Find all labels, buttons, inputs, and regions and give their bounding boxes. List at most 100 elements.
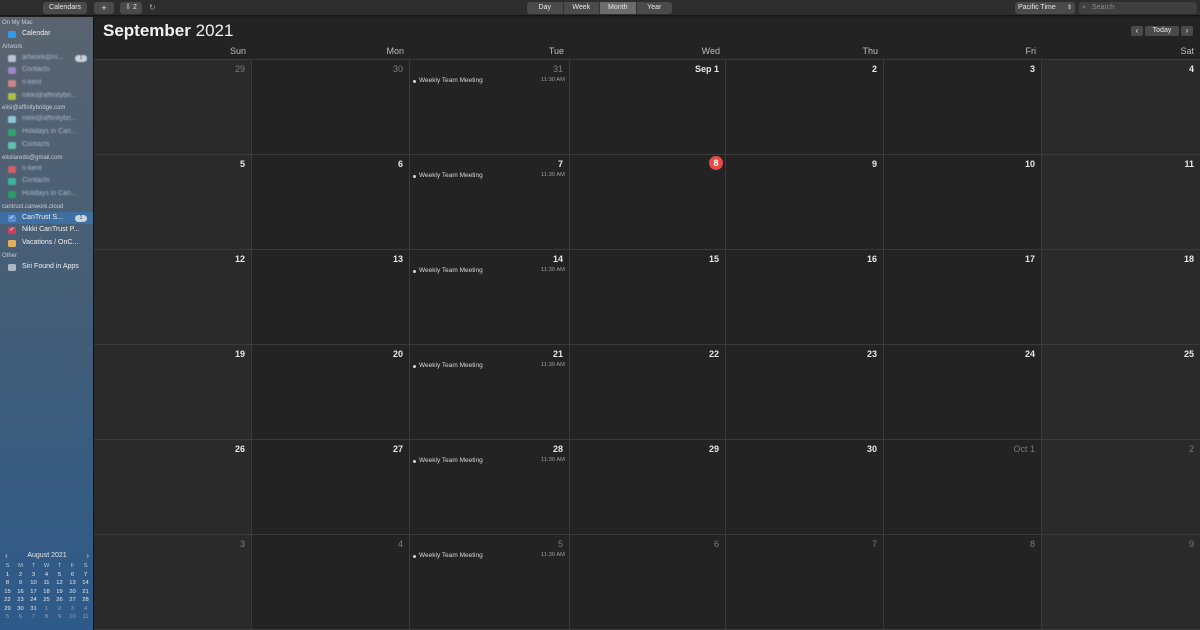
day-cell[interactable]: Oct 1 <box>884 440 1042 535</box>
add-event-button[interactable]: + <box>94 2 114 14</box>
mini-day[interactable]: 22 <box>1 596 14 605</box>
day-cell[interactable]: 18 <box>1042 250 1200 345</box>
day-cell[interactable]: 3 <box>884 60 1042 155</box>
calendar-checkbox[interactable] <box>8 129 16 137</box>
day-cell[interactable]: 15 <box>570 250 726 345</box>
mini-day[interactable]: 26 <box>53 596 66 605</box>
search-input[interactable]: ⌕ Search <box>1079 2 1197 14</box>
day-cell[interactable]: 20 <box>252 345 410 440</box>
mini-day[interactable]: 4 <box>79 605 92 614</box>
day-cell[interactable]: 19 <box>94 345 252 440</box>
day-cell[interactable]: 17 <box>884 250 1042 345</box>
day-cell[interactable]: 2 <box>1042 440 1200 535</box>
day-cell[interactable]: 5 Weekly Team Meeting 11:30 AM <box>410 535 570 630</box>
mini-day[interactable]: 24 <box>27 596 40 605</box>
mini-day[interactable]: 28 <box>79 596 92 605</box>
sidebar-calendar-item[interactable]: ✓ Nikki CanTrust P... <box>0 224 93 237</box>
calendar-event[interactable]: Weekly Team Meeting 11:30 AM <box>413 362 565 371</box>
mini-day[interactable]: 2 <box>53 605 66 614</box>
sidebar-calendar-item[interactable]: n-kent <box>0 77 93 90</box>
refresh-icon[interactable]: ↻ <box>149 2 159 14</box>
mini-day[interactable]: 6 <box>66 571 79 580</box>
view-tab-year[interactable]: Year <box>637 2 673 14</box>
calendar-checkbox[interactable] <box>8 67 16 75</box>
mini-day[interactable]: 6 <box>14 613 27 622</box>
calendars-button[interactable]: Calendars <box>43 2 87 14</box>
mini-day[interactable]: 3 <box>27 571 40 580</box>
day-cell[interactable]: 10 <box>884 155 1042 250</box>
mini-day[interactable]: 11 <box>40 579 53 588</box>
day-cell[interactable]: 21 Weekly Team Meeting 11:30 AM <box>410 345 570 440</box>
sidebar-calendar-item[interactable]: Siri Found in Apps <box>0 261 93 274</box>
view-tab-week[interactable]: Week <box>564 2 600 14</box>
mini-day[interactable]: 3 <box>66 605 79 614</box>
day-cell[interactable]: 16 <box>726 250 884 345</box>
today-button[interactable]: Today <box>1145 26 1179 36</box>
mini-day[interactable]: 13 <box>66 579 79 588</box>
calendar-checkbox[interactable] <box>8 141 16 149</box>
day-cell[interactable]: 7 <box>726 535 884 630</box>
calendar-checkbox[interactable] <box>8 92 16 100</box>
mini-day[interactable]: 23 <box>14 596 27 605</box>
inbox-button[interactable]: ⇩ 2 <box>120 2 142 14</box>
mini-day[interactable]: 19 <box>53 588 66 597</box>
mini-day[interactable]: 8 <box>1 579 14 588</box>
sidebar-calendar-item[interactable]: Holidays in Can... <box>0 126 93 139</box>
mini-day[interactable]: 14 <box>79 579 92 588</box>
day-cell[interactable]: 29 <box>94 60 252 155</box>
calendar-event[interactable]: Weekly Team Meeting 11:30 AM <box>413 172 565 181</box>
calendar-checkbox[interactable] <box>8 54 16 62</box>
day-cell[interactable]: 14 Weekly Team Meeting 11:30 AM <box>410 250 570 345</box>
calendar-checkbox[interactable]: ✓ <box>8 214 16 222</box>
calendar-event[interactable]: Weekly Team Meeting 11:30 AM <box>413 552 565 561</box>
mini-day[interactable]: 2 <box>14 571 27 580</box>
mini-day[interactable]: 1 <box>40 605 53 614</box>
day-cell[interactable]: 3 <box>94 535 252 630</box>
day-cell[interactable]: 24 <box>884 345 1042 440</box>
sidebar-calendar-item[interactable]: Holidays in Can... <box>0 188 93 201</box>
calendar-checkbox[interactable] <box>8 116 16 124</box>
day-cell[interactable]: 7 Weekly Team Meeting 11:30 AM <box>410 155 570 250</box>
day-cell[interactable]: 30 <box>252 60 410 155</box>
day-cell[interactable]: 8 <box>884 535 1042 630</box>
previous-month-button[interactable]: ‹ <box>1131 26 1143 36</box>
day-cell[interactable]: 9 <box>726 155 884 250</box>
calendar-event[interactable]: Weekly Team Meeting 11:30 AM <box>413 267 565 276</box>
day-cell[interactable]: 12 <box>94 250 252 345</box>
view-tab-day[interactable]: Day <box>527 2 564 14</box>
sidebar-calendar-item[interactable]: n-kent <box>0 163 93 176</box>
calendar-checkbox[interactable] <box>8 178 16 186</box>
mini-day[interactable]: 17 <box>27 588 40 597</box>
day-cell[interactable]: 25 <box>1042 345 1200 440</box>
mini-day[interactable]: 4 <box>40 571 53 580</box>
calendar-event[interactable]: Weekly Team Meeting 11:30 AM <box>413 457 565 466</box>
mini-day[interactable]: 5 <box>1 613 14 622</box>
day-cell[interactable]: 13 <box>252 250 410 345</box>
next-month-button[interactable]: › <box>1181 26 1193 36</box>
day-cell[interactable]: 4 <box>252 535 410 630</box>
sidebar-calendar-item[interactable]: nikki@affinitybri... <box>0 90 93 103</box>
calendar-checkbox[interactable] <box>8 190 16 198</box>
sidebar-calendar-item[interactable]: nikki@affinitybri... <box>0 113 93 126</box>
calendar-checkbox[interactable] <box>8 80 16 88</box>
mini-day[interactable]: 9 <box>14 579 27 588</box>
sidebar-calendar-item[interactable]: Contacts <box>0 64 93 77</box>
day-cell[interactable]: Sep 1 <box>570 60 726 155</box>
calendar-checkbox[interactable]: ✓ <box>8 227 16 235</box>
day-cell[interactable]: 26 <box>94 440 252 535</box>
mini-day[interactable]: 10 <box>27 579 40 588</box>
mini-day[interactable]: 7 <box>27 613 40 622</box>
mini-day[interactable]: 20 <box>66 588 79 597</box>
mini-day[interactable]: 11 <box>79 613 92 622</box>
mini-day[interactable]: 25 <box>40 596 53 605</box>
mini-day[interactable]: 8 <box>40 613 53 622</box>
day-cell[interactable]: 2 <box>726 60 884 155</box>
mini-day[interactable]: 12 <box>53 579 66 588</box>
mini-day[interactable]: 15 <box>1 588 14 597</box>
sidebar-calendar-item[interactable]: artwork@ni... 1 <box>0 52 93 65</box>
mini-day[interactable]: 27 <box>66 596 79 605</box>
day-cell[interactable]: 22 <box>570 345 726 440</box>
mini-day[interactable]: 30 <box>14 605 27 614</box>
calendar-checkbox[interactable] <box>8 165 16 173</box>
day-cell[interactable]: 6 <box>570 535 726 630</box>
